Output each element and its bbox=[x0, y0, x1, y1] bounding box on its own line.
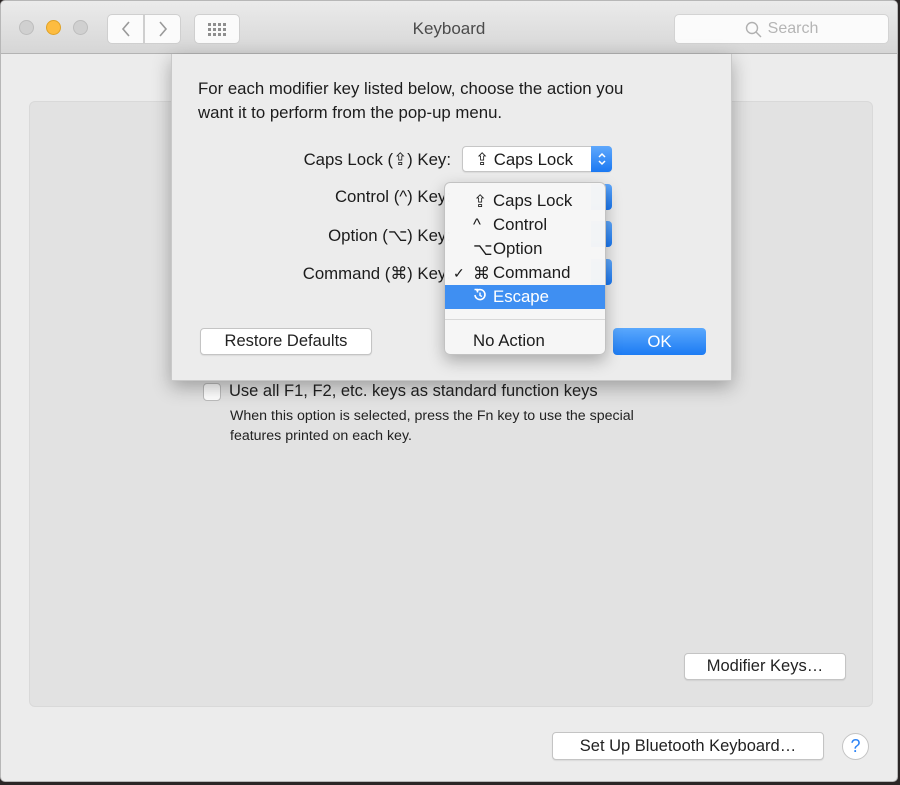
menu-item-label: Escape bbox=[493, 287, 549, 306]
sheet-instructions: For each modifier key listed below, choo… bbox=[198, 77, 718, 125]
menu-item-control[interactable]: ^ Control bbox=[445, 213, 605, 237]
help-text-line: features printed on each key. bbox=[230, 428, 412, 444]
command-icon: ⌘ bbox=[473, 263, 490, 283]
menu-item-label: Option bbox=[493, 239, 543, 258]
caps-lock-key-label: Caps Lock (⇪) Key: bbox=[303, 150, 451, 169]
title-bar: Keyboard Search bbox=[1, 1, 897, 54]
popup-value-text: Caps Lock bbox=[493, 149, 574, 169]
caps-lock-key-popup[interactable]: ⇪ Caps Lock bbox=[462, 146, 612, 172]
search-placeholder: Search bbox=[767, 20, 819, 37]
instructions-line: want it to perform from the pop-up menu. bbox=[198, 103, 503, 122]
menu-item-label: Command bbox=[493, 263, 571, 282]
command-key-label: Command (⌘) Key: bbox=[302, 264, 451, 283]
help-button[interactable]: ? bbox=[842, 733, 869, 760]
fn-keys-checkbox[interactable] bbox=[203, 382, 221, 401]
caps-lock-icon: ⇪ bbox=[473, 191, 488, 211]
control-icon: ^ bbox=[473, 215, 481, 234]
setup-bluetooth-keyboard-button[interactable]: Set Up Bluetooth Keyboard… bbox=[552, 732, 824, 760]
menu-item-escape[interactable]: Escape bbox=[445, 285, 605, 309]
search-icon bbox=[745, 21, 762, 37]
caps-lock-icon: ⇪ bbox=[475, 149, 490, 169]
escape-icon bbox=[473, 287, 493, 307]
checkmark-icon: ✓ bbox=[453, 264, 465, 281]
modifier-keys-button[interactable]: Modifier Keys… bbox=[684, 653, 846, 680]
menu-separator bbox=[445, 319, 605, 320]
popup-stepper-icon bbox=[591, 146, 612, 172]
restore-defaults-button[interactable]: Restore Defaults bbox=[200, 328, 372, 355]
menu-item-no-action[interactable]: No Action bbox=[445, 329, 605, 353]
fn-keys-help-text: When this option is selected, press the … bbox=[230, 406, 710, 446]
search-field[interactable]: Search bbox=[674, 14, 889, 44]
ok-button[interactable]: OK bbox=[613, 328, 706, 355]
menu-item-label: No Action bbox=[473, 331, 545, 350]
keyboard-preferences-window: Keyboard Search Use all F1, F2, etc. key… bbox=[0, 0, 898, 782]
menu-item-option[interactable]: ⌥ Option bbox=[445, 237, 605, 261]
menu-item-label: Caps Lock bbox=[493, 191, 573, 210]
menu-item-caps-lock[interactable]: ⇪ Caps Lock bbox=[445, 189, 605, 213]
control-key-label: Control (^) Key: bbox=[334, 187, 451, 206]
fn-keys-option[interactable]: Use all F1, F2, etc. keys as standard fu… bbox=[203, 382, 598, 401]
instructions-line: For each modifier key listed below, choo… bbox=[198, 79, 624, 98]
menu-item-command[interactable]: ✓ ⌘ Command bbox=[445, 261, 605, 285]
menu-item-label: Control bbox=[493, 215, 548, 234]
popup-value: ⇪ Caps Lock bbox=[463, 149, 591, 170]
help-text-line: When this option is selected, press the … bbox=[230, 408, 634, 424]
option-key-label: Option (⌥) Key: bbox=[328, 226, 451, 245]
fn-keys-label: Use all F1, F2, etc. keys as standard fu… bbox=[229, 382, 598, 400]
command-key-action-menu: ⇪ Caps Lock ^ Control ⌥ Option ✓ ⌘ Comma… bbox=[444, 182, 606, 355]
option-icon: ⌥ bbox=[473, 239, 493, 259]
